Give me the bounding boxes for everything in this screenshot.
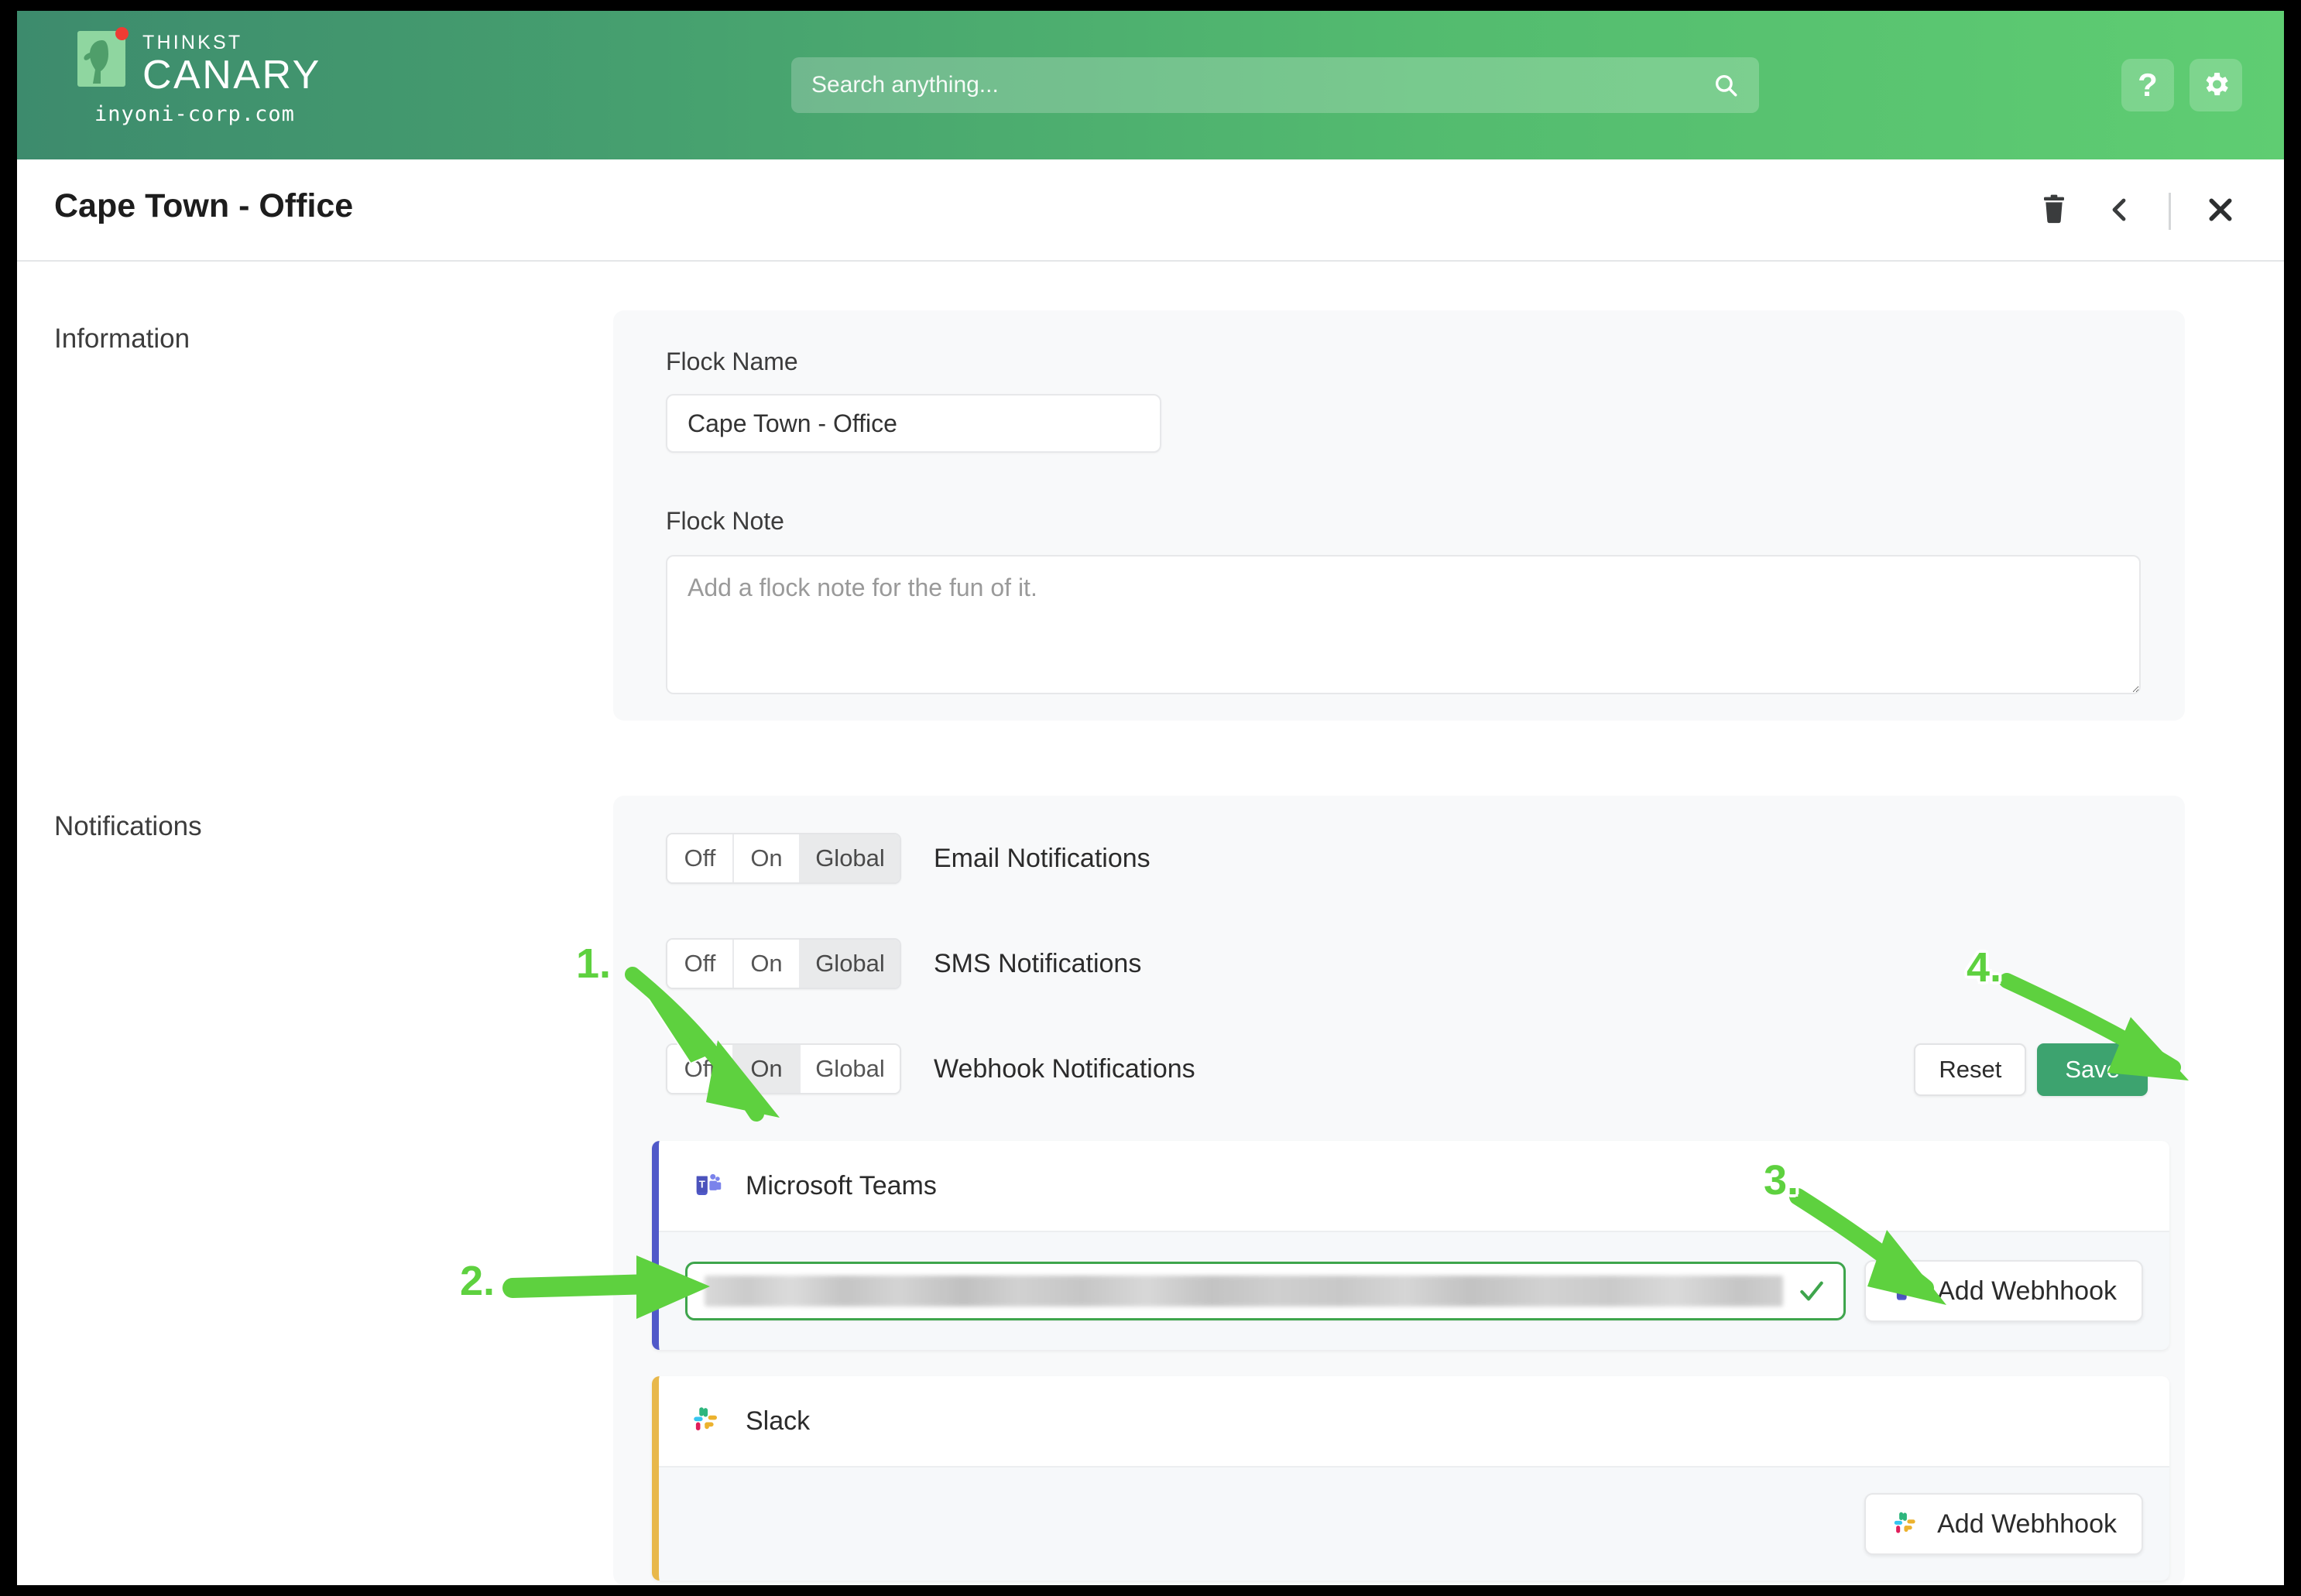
- titlebar-actions: [2022, 183, 2253, 240]
- svg-text:T: T: [699, 1178, 705, 1190]
- row-webhook-notifications: Off On Global Webhook Notifications: [666, 1043, 1195, 1094]
- app-window: THINKST CANARY inyoni-corp.com ?: [17, 11, 2284, 1585]
- webhook-segment-on[interactable]: On: [734, 1045, 801, 1093]
- email-segment-on[interactable]: On: [734, 834, 801, 882]
- webhook-segment-global[interactable]: Global: [801, 1045, 900, 1093]
- teams-card-body: T Add Webhhook: [659, 1232, 2169, 1350]
- slack-card-body: Add Webhhook: [659, 1468, 2169, 1581]
- slack-card-header: Slack: [659, 1376, 2169, 1468]
- logo-red-dot: [115, 27, 129, 40]
- brand-canary: CANARY: [142, 53, 321, 98]
- check-icon: [1797, 1276, 1826, 1306]
- sms-segment-global[interactable]: Global: [801, 940, 900, 988]
- slack-add-webhook-button[interactable]: Add Webhhook: [1864, 1493, 2143, 1555]
- canary-bird-icon: [77, 27, 129, 87]
- help-icon: ?: [2138, 67, 2158, 103]
- search-input[interactable]: [791, 72, 1713, 98]
- teams-webhook-input[interactable]: [685, 1262, 1847, 1320]
- email-notifications-segmented-control[interactable]: Off On Global: [666, 833, 901, 884]
- section-label-information: Information: [54, 324, 190, 354]
- flock-name-label: Flock Name: [666, 348, 798, 375]
- provider-card-slack: Slack Add Webhhook: [652, 1376, 2169, 1581]
- teams-add-webhook-label: Add Webhhook: [1937, 1276, 2117, 1306]
- microsoft-teams-icon: T: [1891, 1276, 1920, 1307]
- search-icon[interactable]: [1713, 72, 1739, 98]
- slack-icon: [1891, 1509, 1920, 1540]
- delete-flock-button[interactable]: [2022, 183, 2087, 240]
- teams-add-webhook-button[interactable]: T Add Webhhook: [1864, 1260, 2143, 1322]
- row-sms-notifications: Off On Global SMS Notifications: [666, 938, 1141, 989]
- slack-icon: [690, 1403, 722, 1440]
- trash-icon: [2039, 193, 2070, 231]
- tenant-domain: inyoni-corp.com: [94, 102, 295, 126]
- close-button[interactable]: [2188, 183, 2253, 240]
- settings-button[interactable]: [2190, 59, 2242, 111]
- sms-notifications-segmented-control[interactable]: Off On Global: [666, 938, 901, 989]
- detail-content: Information Flock Name Flock Note Notifi…: [17, 262, 2284, 1585]
- reset-button[interactable]: Reset: [1914, 1043, 2027, 1096]
- webhook-notifications-label: Webhook Notifications: [934, 1053, 1195, 1084]
- email-segment-global[interactable]: Global: [801, 834, 900, 882]
- email-notifications-label: Email Notifications: [934, 843, 1150, 873]
- slack-add-webhook-label: Add Webhhook: [1937, 1509, 2117, 1539]
- flock-note-label: Flock Note: [666, 507, 784, 535]
- slack-card-title: Slack: [746, 1406, 811, 1436]
- gear-icon: [2200, 69, 2231, 102]
- brand-logo[interactable]: THINKST CANARY: [77, 27, 321, 98]
- brand-thinkst: THINKST: [142, 32, 243, 53]
- provider-card-microsoft-teams: T Microsoft Teams T Add Webhhook: [652, 1141, 2169, 1350]
- help-button[interactable]: ?: [2121, 59, 2174, 111]
- flock-name-input[interactable]: [666, 394, 1161, 453]
- flock-note-input[interactable]: [666, 555, 2141, 694]
- teams-card-header: T Microsoft Teams: [659, 1141, 2169, 1232]
- information-panel: Flock Name Flock Note: [613, 310, 2185, 721]
- save-button[interactable]: Save: [2037, 1043, 2148, 1096]
- teams-card-title: Microsoft Teams: [746, 1170, 937, 1200]
- close-icon: [2205, 194, 2236, 229]
- sms-segment-off[interactable]: Off: [667, 940, 734, 988]
- sms-notifications-label: SMS Notifications: [934, 948, 1142, 978]
- back-button[interactable]: [2087, 183, 2152, 240]
- sms-segment-on[interactable]: On: [734, 940, 801, 988]
- section-label-notifications: Notifications: [54, 811, 202, 841]
- chevron-left-icon: [2105, 194, 2133, 230]
- webhook-notifications-segmented-control[interactable]: Off On Global: [666, 1043, 901, 1094]
- webhook-segment-off[interactable]: Off: [667, 1045, 734, 1093]
- form-actions: Reset Save: [1914, 1043, 2148, 1096]
- microsoft-teams-icon: T: [690, 1168, 722, 1204]
- svg-text:T: T: [1899, 1284, 1905, 1295]
- email-segment-off[interactable]: Off: [667, 834, 734, 882]
- page-title: Cape Town - Office: [54, 187, 354, 224]
- notifications-panel: Off On Global Email Notifications Off On…: [613, 796, 2185, 1585]
- teams-webhook-redacted-value: [705, 1276, 1784, 1307]
- global-search[interactable]: [791, 57, 1759, 113]
- row-email-notifications: Off On Global Email Notifications: [666, 833, 1150, 884]
- titlebar-divider: [2169, 193, 2171, 230]
- detail-titlebar: Cape Town - Office: [17, 159, 2284, 262]
- app-header: THINKST CANARY inyoni-corp.com ?: [17, 11, 2284, 159]
